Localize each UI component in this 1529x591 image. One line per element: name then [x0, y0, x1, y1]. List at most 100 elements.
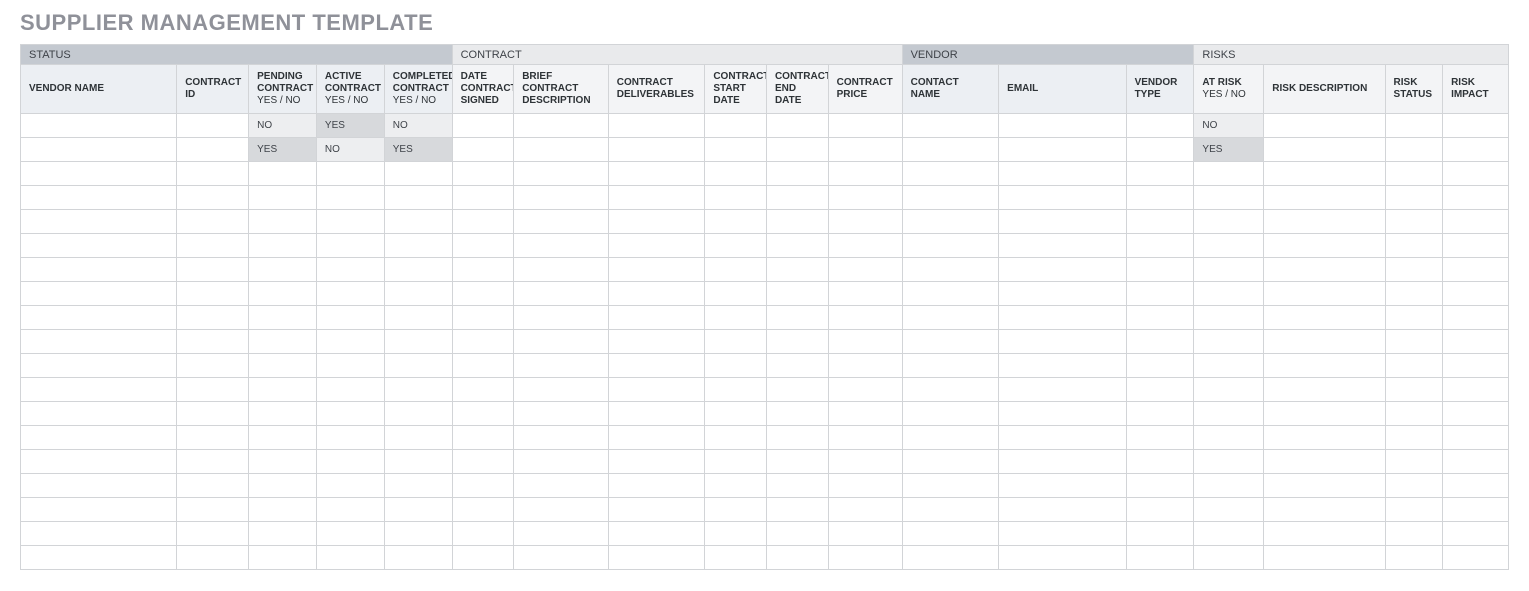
cell-risk-status[interactable] — [1385, 330, 1443, 354]
cell-contact-name[interactable] — [902, 186, 999, 210]
cell-pending-contract[interactable]: YES — [249, 138, 317, 162]
cell-risk-impact[interactable] — [1443, 186, 1509, 210]
cell-risk-impact[interactable] — [1443, 162, 1509, 186]
cell-contact-name[interactable] — [902, 234, 999, 258]
cell-contract-deliverables[interactable] — [608, 474, 705, 498]
cell-at-risk[interactable] — [1194, 450, 1264, 474]
cell-email[interactable] — [999, 258, 1126, 282]
cell-contract-start-date[interactable] — [705, 306, 767, 330]
cell-contract-id[interactable] — [177, 162, 249, 186]
cell-contract-price[interactable] — [828, 522, 902, 546]
cell-at-risk[interactable] — [1194, 522, 1264, 546]
cell-contract-start-date[interactable] — [705, 426, 767, 450]
cell-date-contract-signed[interactable] — [452, 234, 514, 258]
cell-completed-contract[interactable] — [384, 426, 452, 450]
cell-contract-end-date[interactable] — [766, 210, 828, 234]
cell-active-contract[interactable]: NO — [316, 138, 384, 162]
cell-risk-impact[interactable] — [1443, 354, 1509, 378]
cell-at-risk[interactable]: NO — [1194, 114, 1264, 138]
cell-contract-end-date[interactable] — [766, 354, 828, 378]
cell-date-contract-signed[interactable] — [452, 306, 514, 330]
cell-vendor-name[interactable] — [21, 234, 177, 258]
cell-contract-end-date[interactable] — [766, 498, 828, 522]
cell-contract-deliverables[interactable] — [608, 354, 705, 378]
cell-contract-deliverables[interactable] — [608, 378, 705, 402]
cell-contract-end-date[interactable] — [766, 114, 828, 138]
cell-risk-impact[interactable] — [1443, 498, 1509, 522]
cell-at-risk[interactable] — [1194, 498, 1264, 522]
cell-brief-contract-description[interactable] — [514, 402, 609, 426]
cell-at-risk[interactable] — [1194, 162, 1264, 186]
cell-contact-name[interactable] — [902, 330, 999, 354]
cell-contract-price[interactable] — [828, 162, 902, 186]
cell-contract-end-date[interactable] — [766, 426, 828, 450]
cell-risk-description[interactable] — [1264, 546, 1385, 570]
cell-active-contract[interactable] — [316, 498, 384, 522]
cell-contract-id[interactable] — [177, 498, 249, 522]
cell-date-contract-signed[interactable] — [452, 282, 514, 306]
cell-active-contract[interactable] — [316, 474, 384, 498]
cell-vendor-name[interactable] — [21, 426, 177, 450]
cell-contract-id[interactable] — [177, 210, 249, 234]
cell-contract-price[interactable] — [828, 138, 902, 162]
cell-contract-start-date[interactable] — [705, 354, 767, 378]
cell-at-risk[interactable] — [1194, 354, 1264, 378]
cell-email[interactable] — [999, 186, 1126, 210]
cell-active-contract[interactable] — [316, 450, 384, 474]
cell-vendor-type[interactable] — [1126, 522, 1194, 546]
cell-pending-contract[interactable] — [249, 378, 317, 402]
cell-contract-id[interactable] — [177, 186, 249, 210]
cell-brief-contract-description[interactable] — [514, 330, 609, 354]
cell-date-contract-signed[interactable] — [452, 498, 514, 522]
cell-risk-impact[interactable] — [1443, 402, 1509, 426]
cell-date-contract-signed[interactable] — [452, 138, 514, 162]
cell-contract-start-date[interactable] — [705, 138, 767, 162]
cell-risk-description[interactable] — [1264, 138, 1385, 162]
cell-date-contract-signed[interactable] — [452, 450, 514, 474]
cell-risk-description[interactable] — [1264, 498, 1385, 522]
cell-risk-impact[interactable] — [1443, 522, 1509, 546]
cell-date-contract-signed[interactable] — [452, 330, 514, 354]
cell-date-contract-signed[interactable] — [452, 378, 514, 402]
cell-email[interactable] — [999, 378, 1126, 402]
cell-at-risk[interactable] — [1194, 330, 1264, 354]
cell-risk-impact[interactable] — [1443, 138, 1509, 162]
cell-contract-start-date[interactable] — [705, 162, 767, 186]
cell-completed-contract[interactable] — [384, 282, 452, 306]
cell-date-contract-signed[interactable] — [452, 474, 514, 498]
cell-email[interactable] — [999, 210, 1126, 234]
cell-vendor-type[interactable] — [1126, 402, 1194, 426]
cell-pending-contract[interactable] — [249, 162, 317, 186]
cell-risk-description[interactable] — [1264, 162, 1385, 186]
cell-vendor-type[interactable] — [1126, 114, 1194, 138]
cell-completed-contract[interactable] — [384, 258, 452, 282]
cell-contract-end-date[interactable] — [766, 234, 828, 258]
cell-contact-name[interactable] — [902, 498, 999, 522]
cell-at-risk[interactable] — [1194, 474, 1264, 498]
cell-risk-status[interactable] — [1385, 258, 1443, 282]
cell-contract-start-date[interactable] — [705, 522, 767, 546]
cell-vendor-type[interactable] — [1126, 546, 1194, 570]
cell-date-contract-signed[interactable] — [452, 402, 514, 426]
cell-pending-contract[interactable] — [249, 402, 317, 426]
cell-at-risk[interactable] — [1194, 282, 1264, 306]
cell-contract-id[interactable] — [177, 354, 249, 378]
cell-vendor-type[interactable] — [1126, 426, 1194, 450]
cell-contract-start-date[interactable] — [705, 234, 767, 258]
cell-active-contract[interactable] — [316, 162, 384, 186]
cell-completed-contract[interactable] — [384, 378, 452, 402]
cell-risk-description[interactable] — [1264, 282, 1385, 306]
cell-risk-description[interactable] — [1264, 426, 1385, 450]
cell-date-contract-signed[interactable] — [452, 522, 514, 546]
cell-contract-deliverables[interactable] — [608, 162, 705, 186]
cell-risk-description[interactable] — [1264, 450, 1385, 474]
cell-vendor-name[interactable] — [21, 114, 177, 138]
cell-contract-price[interactable] — [828, 210, 902, 234]
cell-at-risk[interactable] — [1194, 546, 1264, 570]
cell-brief-contract-description[interactable] — [514, 498, 609, 522]
cell-contract-deliverables[interactable] — [608, 546, 705, 570]
cell-contract-id[interactable] — [177, 402, 249, 426]
cell-date-contract-signed[interactable] — [452, 114, 514, 138]
cell-brief-contract-description[interactable] — [514, 354, 609, 378]
cell-contract-start-date[interactable] — [705, 450, 767, 474]
